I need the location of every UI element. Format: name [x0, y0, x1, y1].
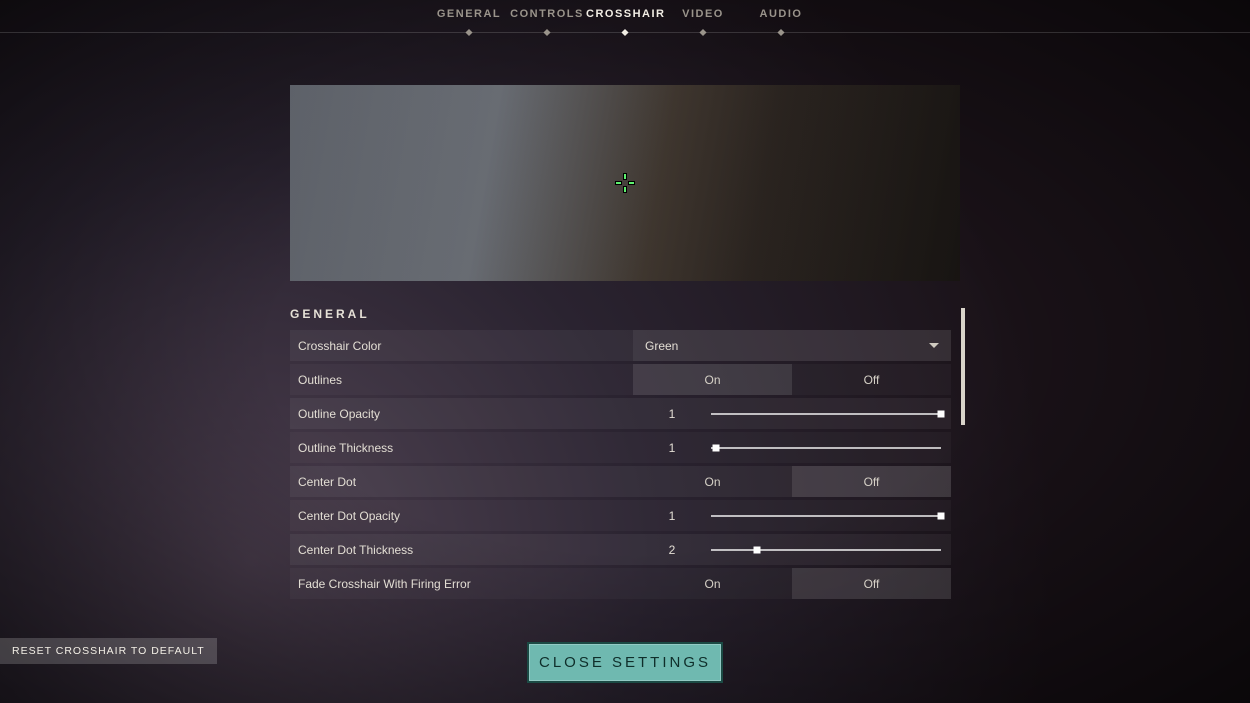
- toggle-fade-firing-error-off[interactable]: Off: [792, 568, 951, 599]
- crosshair-preview: [290, 85, 960, 281]
- tab-crosshair[interactable]: CROSSHAIR: [586, 8, 664, 32]
- value-outline-thickness[interactable]: 1: [633, 441, 711, 455]
- toggle-center-dot: On Off: [633, 466, 951, 497]
- value-center-dot-opacity[interactable]: 1: [633, 509, 711, 523]
- reset-crosshair-button[interactable]: RESET CROSSHAIR TO DEFAULT: [0, 638, 217, 664]
- row-center-dot: Center Dot On Off: [290, 466, 951, 497]
- close-settings-button[interactable]: CLOSE SETTINGS: [527, 642, 723, 683]
- value-outline-opacity[interactable]: 1: [633, 407, 711, 421]
- tab-audio[interactable]: AUDIO: [742, 8, 820, 32]
- row-center-dot-thickness: Center Dot Thickness 2: [290, 534, 951, 565]
- row-fade-firing-error: Fade Crosshair With Firing Error On Off: [290, 568, 951, 599]
- toggle-fade-firing-error: On Off: [633, 568, 951, 599]
- label-outline-thickness: Outline Thickness: [290, 432, 633, 463]
- row-crosshair-color: Crosshair Color Green: [290, 330, 951, 361]
- chevron-down-icon: [929, 343, 939, 348]
- toggle-center-dot-on[interactable]: On: [633, 466, 792, 497]
- label-center-dot: Center Dot: [290, 466, 633, 497]
- slider-center-dot-opacity[interactable]: [711, 500, 941, 531]
- toggle-center-dot-off[interactable]: Off: [792, 466, 951, 497]
- dropdown-value: Green: [645, 339, 678, 353]
- row-center-dot-opacity: Center Dot Opacity 1: [290, 500, 951, 531]
- label-crosshair-color: Crosshair Color: [290, 330, 633, 361]
- toggle-outlines-on[interactable]: On: [633, 364, 792, 395]
- dropdown-crosshair-color[interactable]: Green: [633, 330, 951, 361]
- label-outline-opacity: Outline Opacity: [290, 398, 633, 429]
- settings-scrollbar-thumb[interactable]: [961, 308, 965, 425]
- row-outline-thickness: Outline Thickness 1: [290, 432, 951, 463]
- settings-tabbar: GENERALCONTROLSCROSSHAIRVIDEOAUDIO: [0, 0, 1250, 33]
- label-fade-firing-error: Fade Crosshair With Firing Error: [290, 568, 633, 599]
- crosshair-settings-list: Crosshair Color Green Outlines On Off Ou…: [290, 330, 951, 602]
- label-outlines: Outlines: [290, 364, 633, 395]
- toggle-outlines-off[interactable]: Off: [792, 364, 951, 395]
- row-outlines: Outlines On Off: [290, 364, 951, 395]
- label-center-dot-thickness: Center Dot Thickness: [290, 534, 633, 565]
- toggle-fade-firing-error-on[interactable]: On: [633, 568, 792, 599]
- slider-outline-thickness[interactable]: [711, 432, 941, 463]
- slider-outline-opacity[interactable]: [711, 398, 941, 429]
- section-heading-general: GENERAL: [290, 307, 370, 321]
- value-center-dot-thickness[interactable]: 2: [633, 543, 711, 557]
- tab-general[interactable]: GENERAL: [430, 8, 508, 32]
- slider-center-dot-thickness[interactable]: [711, 534, 941, 565]
- toggle-outlines: On Off: [633, 364, 951, 395]
- row-outline-opacity: Outline Opacity 1: [290, 398, 951, 429]
- tab-video[interactable]: VIDEO: [664, 8, 742, 32]
- label-center-dot-opacity: Center Dot Opacity: [290, 500, 633, 531]
- tab-controls[interactable]: CONTROLS: [508, 8, 586, 32]
